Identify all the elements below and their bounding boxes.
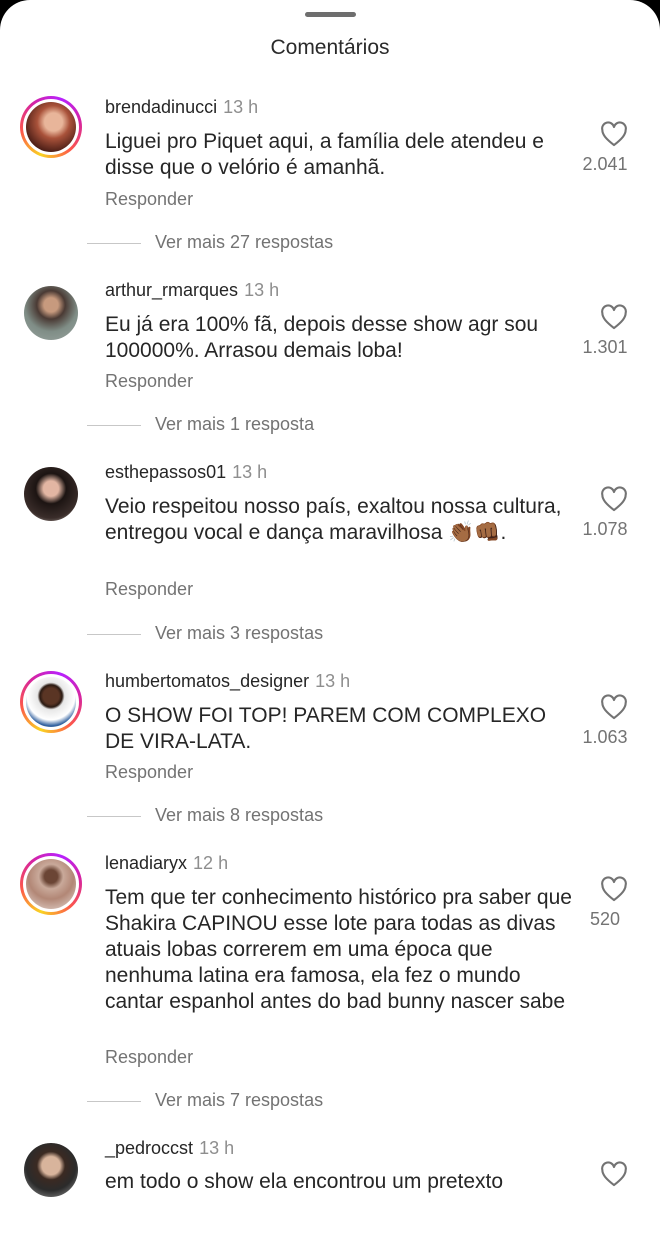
view-replies-label: Ver mais 3 respostas: [155, 623, 324, 643]
comment-header: _pedroccst 13 h: [105, 1138, 234, 1159]
reply-button[interactable]: Responder: [105, 371, 193, 392]
view-replies-label: Ver mais 27 respostas: [155, 232, 334, 252]
like-count: 1.063: [582, 727, 628, 747]
heart-icon[interactable]: [600, 486, 628, 512]
timestamp: 13 h: [232, 462, 268, 482]
view-replies-label: Ver mais 8 respostas: [155, 805, 324, 825]
avatar[interactable]: [20, 853, 82, 915]
timestamp: 13 h: [244, 280, 280, 300]
heart-icon[interactable]: [600, 304, 628, 330]
username[interactable]: arthur_rmarques: [105, 280, 238, 300]
timestamp: 12 h: [193, 853, 229, 873]
comment-header: esthepassos01 13 h: [105, 462, 267, 483]
comment-text: Liguei pro Piquet aqui, a família dele a…: [105, 130, 544, 179]
timestamp: 13 h: [223, 97, 259, 117]
reply-button[interactable]: Responder: [105, 1047, 193, 1068]
like-count: 520: [589, 909, 621, 929]
comment-text: O SHOW FOI TOP! PAREM COM COMPLEXO DE VI…: [105, 704, 547, 753]
divider: [87, 425, 141, 426]
divider: [87, 243, 141, 244]
avatar[interactable]: [20, 671, 82, 733]
divider: [87, 1101, 141, 1102]
avatar[interactable]: [20, 282, 82, 344]
username[interactable]: esthepassos01: [105, 462, 226, 482]
heart-icon[interactable]: [600, 694, 628, 720]
view-replies-label: Ver mais 1 resposta: [155, 414, 315, 434]
heart-icon[interactable]: [600, 1161, 628, 1187]
drag-handle[interactable]: [305, 12, 356, 17]
like-count: 2.041: [582, 154, 628, 174]
comment-header: lenadiaryx 12 h: [105, 853, 228, 874]
sheet-title: Comentários: [270, 36, 390, 59]
avatar[interactable]: [20, 1139, 82, 1201]
like-count: 1.301: [582, 337, 628, 357]
username[interactable]: humbertomatos_designer: [105, 671, 309, 691]
divider: [87, 634, 141, 635]
username[interactable]: _pedroccst: [105, 1138, 193, 1158]
comments-sheet: Comentários brendadinucci 13 h Liguei pro…: [0, 0, 660, 1260]
username[interactable]: lenadiaryx: [105, 853, 187, 873]
comment-text: Eu já era 100% fã, depois desse show agr…: [105, 313, 539, 362]
view-replies-label: Ver mais 7 respostas: [155, 1090, 324, 1110]
comment-header: humbertomatos_designer 13 h: [105, 671, 350, 692]
heart-icon[interactable]: [600, 121, 628, 147]
username[interactable]: brendadinucci: [105, 97, 217, 117]
like-count: 1.078: [582, 519, 628, 539]
reply-button[interactable]: Responder: [105, 579, 193, 600]
avatar[interactable]: [20, 463, 82, 525]
heart-icon[interactable]: [600, 876, 628, 902]
comment-text: Tem que ter conhecimento histórico pra s…: [105, 886, 572, 1013]
timestamp: 13 h: [199, 1138, 235, 1158]
comment-header: arthur_rmarques 13 h: [105, 280, 279, 301]
divider: [87, 816, 141, 817]
comment-text: em todo o show ela encontrou um pretexto: [105, 1170, 504, 1193]
comment-header: brendadinucci 13 h: [105, 97, 258, 118]
reply-button[interactable]: Responder: [105, 189, 193, 210]
comment-text: Veio respeitou nosso país, exaltou nossa…: [105, 495, 562, 544]
reply-button[interactable]: Responder: [105, 762, 193, 783]
timestamp: 13 h: [315, 671, 351, 691]
avatar[interactable]: [20, 96, 82, 158]
